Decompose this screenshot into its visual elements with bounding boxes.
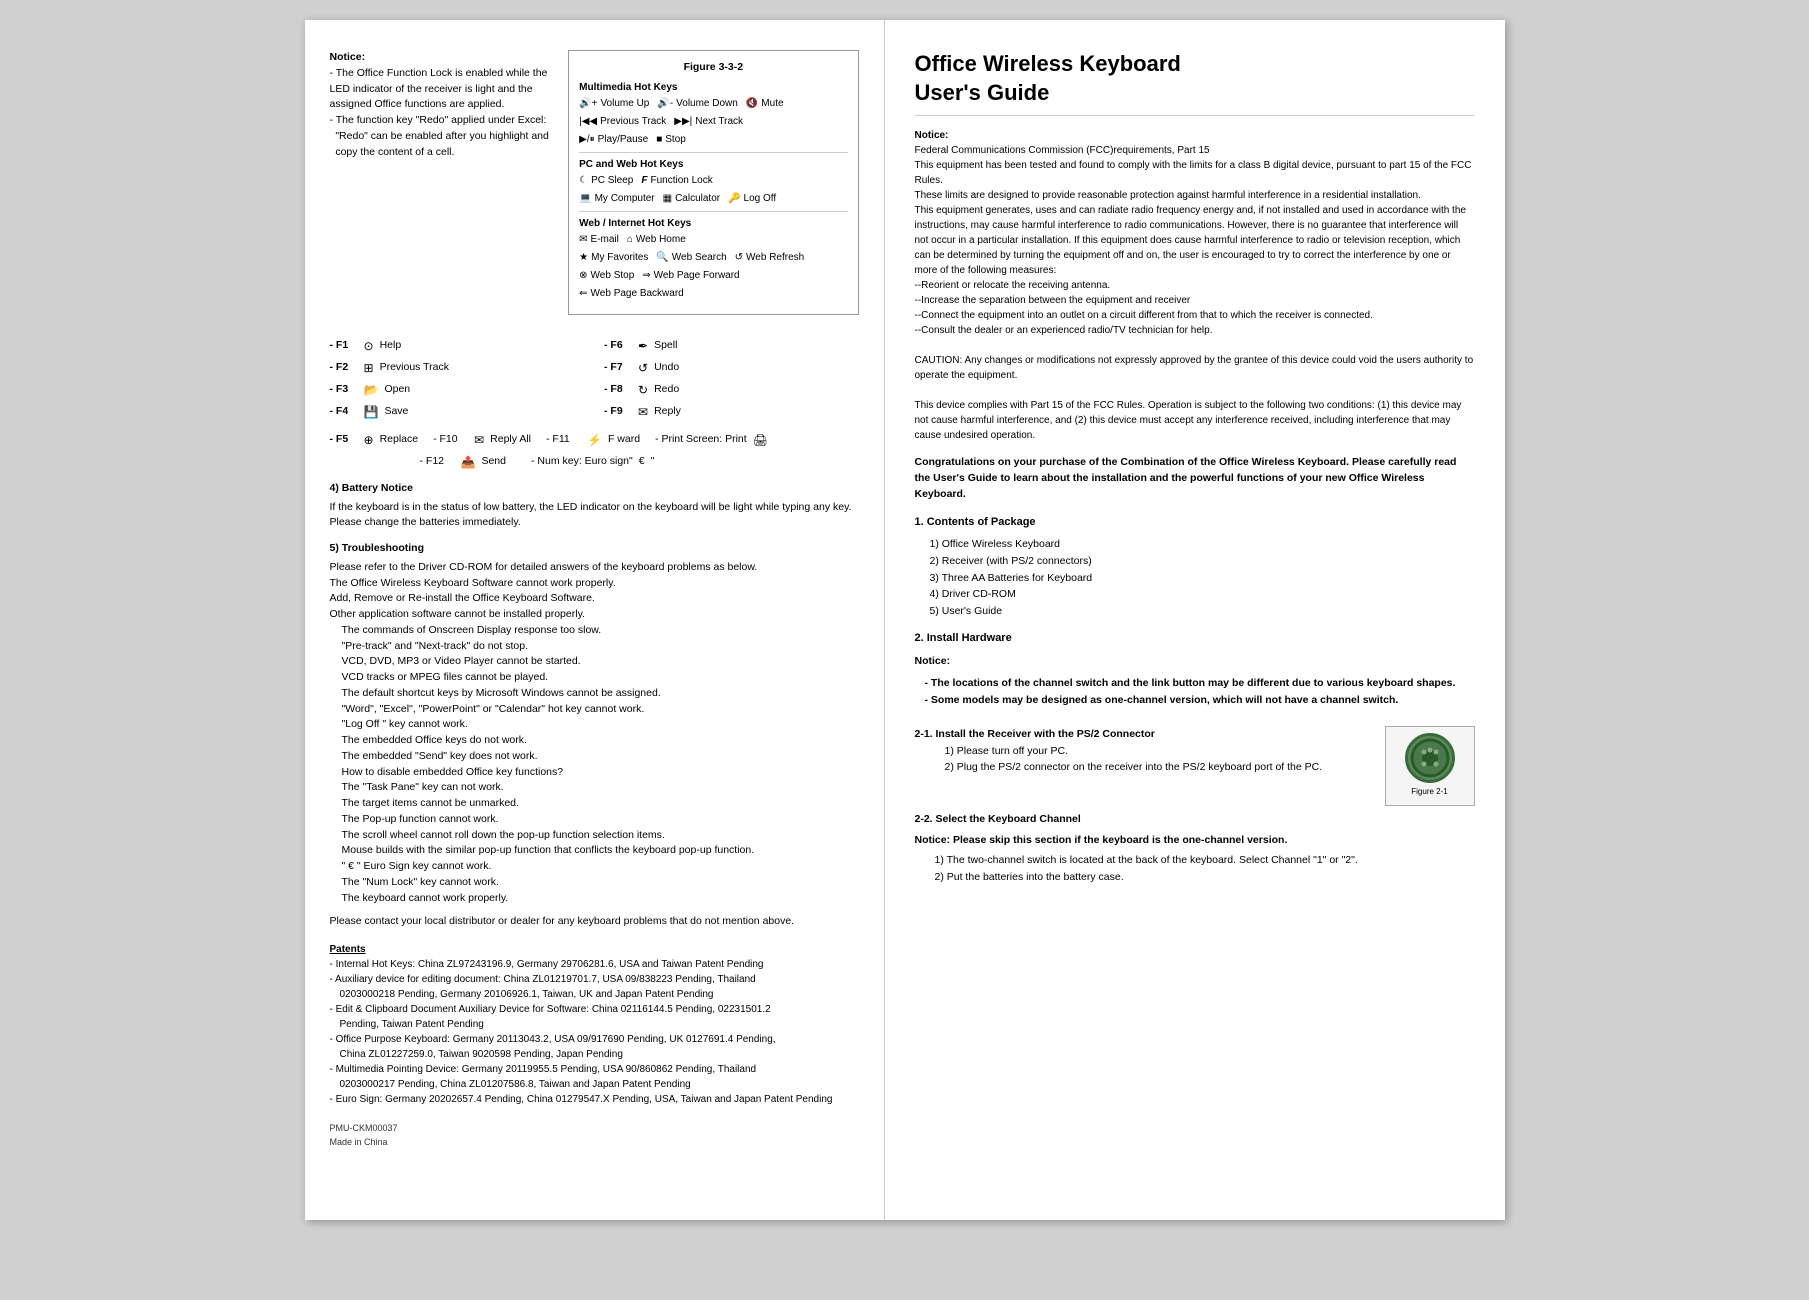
pc-web-section: PC and Web Hot Keys ☾PC Sleep FFunction … [579,157,847,207]
fkey-f7: - F7 ↺ Undo [604,359,859,377]
multimedia-title: Multimedia Hot Keys [579,80,847,96]
troubleshoot-items: The Office Wireless Keyboard Software ca… [330,576,859,907]
battery-text: If the keyboard is in the status of low … [330,500,859,532]
figure-box: Figure 3-3-2 Multimedia Hot Keys 🔊+Volum… [568,50,858,315]
web-section: Web / Internet Hot Keys ✉E-mail ⌂Web Hom… [579,216,847,302]
contents-header: 1. Contents of Package [915,514,1475,532]
fkey-f1: - F1 ⊙ Help [330,337,585,355]
troubleshoot-intro: Please refer to the Driver CD-ROM for de… [330,560,859,576]
f12-row: - F12 📤 Send - Num key: Euro sign" € " [330,453,859,471]
install-2-2-title: 2-2. Select the Keyboard Channel [915,811,1475,828]
battery-title: 4) Battery Notice [330,481,859,497]
figure-2-1-box: Figure 2-1 [1385,726,1475,806]
f9-reply-label: Reply [654,404,681,420]
mm-row-3: ▶/⏸Play/Pause ■Stop [579,132,847,148]
page-container: Notice: - The Office Function Lock is en… [305,20,1505,1220]
notice-title: Notice: [330,50,554,66]
install-notice-title: Notice: [915,654,1475,670]
pc-web-title: PC and Web Hot Keys [579,157,847,173]
notice-block: Notice: - The Office Function Lock is en… [330,50,554,317]
made-in: Made in China [330,1136,859,1150]
divider-2 [579,211,847,212]
mm-row-2: |◀◀Previous Track ▶▶|Next Track [579,114,847,130]
fcc-notice: Notice: Federal Communications Commissio… [915,128,1475,443]
volume-down-label: Volume Down [676,96,738,112]
notice-lines: - The Office Function Lock is enabled wh… [330,66,554,161]
troubleshoot-section: 5) Troubleshooting Please refer to the D… [330,541,859,906]
install-2-2: 2-2. Select the Keyboard Channel Notice:… [915,811,1475,886]
fkey-f3: - F3 📂 Open [330,381,585,399]
function-keys: - F1 ⊙ Help - F6 ✒ Spell - F2 ⊞ Previous… [330,337,859,421]
left-panel: Notice: - The Office Function Lock is en… [305,20,885,1220]
battery-section: 4) Battery Notice If the keyboard is in … [330,481,859,531]
patents-items: - Internal Hot Keys: China ZL97243196.9,… [330,957,859,1107]
divider-1 [579,152,847,153]
install-header: 2. Install Hardware [915,630,1475,648]
web-title: Web / Internet Hot Keys [579,216,847,232]
bold-notice: Congratulations on your purchase of the … [915,455,1475,502]
install-notice-items: - The locations of the channel switch an… [915,675,1475,709]
mm-row-1: 🔊+Volume Up 🔊-Volume Down 🔇Mute [579,96,847,112]
contents-list: 1) Office Wireless Keyboard 2) Receiver … [915,536,1475,620]
patents-title: Patents [330,942,859,957]
figure-title: Figure 3-3-2 [579,59,847,76]
fkey-f2: - F2 ⊞ Previous Track [330,359,585,377]
multimedia-section: Multimedia Hot Keys 🔊+Volume Up 🔊-Volume… [579,80,847,148]
install-2-1: Figure 2-1 2-1. Install the Receiver wit… [915,726,1475,811]
right-panel: Office Wireless Keyboard User's Guide No… [885,20,1505,1220]
footer: PMU-CKM00037 Made in China [330,1122,859,1149]
figure-2-1-caption: Figure 2-1 [1411,786,1447,799]
contact-text: Please contact your local distributor or… [330,914,859,930]
fkey-f8: - F8 ↻ Redo [604,381,859,399]
channel-notice: Notice: Please skip this section if the … [915,832,1475,849]
extra-keys-row: - F5 ⊕ Replace - F10 ✉ Reply All - F11 ⚡… [330,431,859,449]
next-track-label: Next Track [695,114,743,130]
ps2-connector-image [1405,733,1455,783]
fkey-f9: - F9 ✉ Reply [604,403,859,421]
install-2-2-steps: 1) The two-channel switch is located at … [915,852,1475,886]
patents-section: Patents - Internal Hot Keys: China ZL972… [330,942,859,1107]
stop-label: Stop [665,132,686,148]
fkey-f6: - F6 ✒ Spell [604,337,859,355]
fcc-title: Notice: [915,128,1475,143]
right-title: Office Wireless Keyboard User's Guide [915,50,1475,116]
troubleshoot-title: 5) Troubleshooting [330,541,859,557]
f2-new-label: Previous Track [380,360,449,376]
model-number: PMU-CKM00037 [330,1122,859,1136]
fkey-f4: - F4 💾 Save [330,403,585,421]
